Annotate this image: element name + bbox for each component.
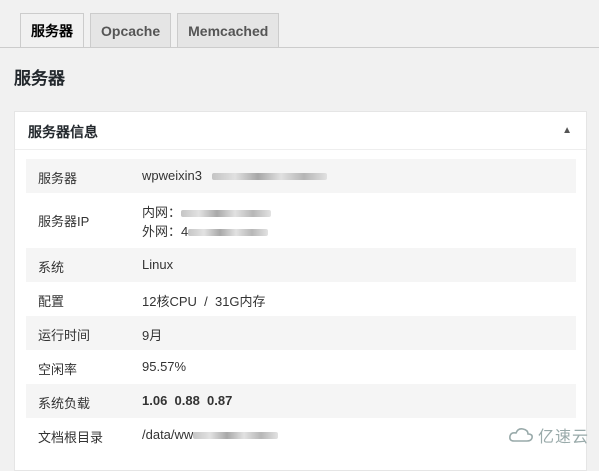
- tab-divider: [0, 47, 599, 48]
- watermark-text: 亿速云: [537, 429, 589, 446]
- row-value: 9月: [142, 328, 163, 343]
- row-value: 1.06 0.88 0.87: [142, 393, 233, 408]
- row-label: 空闲率: [38, 362, 78, 377]
- docroot-value: /data/ww: [142, 427, 279, 442]
- redacted-text: [211, 173, 327, 181]
- collapse-toggle-icon[interactable]: ▲: [562, 125, 572, 136]
- panel-title: 服务器信息: [28, 124, 98, 140]
- row-sublabel: 外网：4: [142, 224, 189, 239]
- server-name: wpweixin3: [142, 168, 327, 183]
- row-value: 95.57%: [142, 359, 187, 374]
- row-value: /data/ww: [142, 427, 194, 442]
- row-label: 文档根目录: [38, 430, 104, 445]
- row-os: 系统 Linux: [26, 248, 576, 282]
- tab-server[interactable]: 服务器: [20, 13, 84, 48]
- row-label: 系统: [38, 260, 65, 275]
- external-ip: 外网：4: [142, 221, 269, 240]
- row-value: 12核CPU / 31G内存: [142, 294, 266, 309]
- cloud-logo-icon: [509, 428, 533, 442]
- row-value: Linux: [142, 257, 174, 272]
- tab-bar: 服务器 Opcache Memcached: [20, 13, 285, 48]
- redacted-text: [193, 432, 279, 440]
- row-docroot: 文档根目录 /data/ww: [26, 418, 576, 452]
- row-label: 运行时间: [38, 328, 91, 343]
- redacted-text: [188, 229, 269, 237]
- row-value: wpweixin3: [142, 168, 202, 183]
- tab-opcache[interactable]: Opcache: [90, 13, 172, 47]
- page-title: 服务器: [14, 69, 65, 88]
- panel-header[interactable]: 服务器信息 ▲: [15, 112, 586, 150]
- server-info-panel: 服务器信息 ▲ 服务器 wpweixin3 服务器IP 内网： 外网：4 系统 …: [14, 111, 587, 471]
- row-label: 配置: [38, 294, 65, 309]
- row-sublabel: 内网：: [142, 205, 182, 220]
- row-label: 服务器IP: [38, 214, 90, 229]
- row-label: 系统负载: [38, 396, 91, 411]
- redacted-text: [181, 210, 272, 218]
- row-server-ip: 服务器IP 内网： 外网：4: [26, 193, 576, 248]
- watermark: 亿速云: [508, 423, 589, 447]
- row-server: 服务器 wpweixin3: [26, 159, 576, 193]
- row-idle: 空闲率 95.57%: [26, 350, 576, 384]
- row-label: 服务器: [38, 171, 78, 186]
- internal-ip: 内网：: [142, 202, 272, 221]
- tab-memcached[interactable]: Memcached: [177, 13, 280, 47]
- row-uptime: 运行时间 9月: [26, 316, 576, 350]
- row-load: 系统负载 1.06 0.88 0.87: [26, 384, 576, 418]
- info-table: 服务器 wpweixin3 服务器IP 内网： 外网：4 系统 Linux 配置…: [26, 159, 576, 452]
- row-config: 配置 12核CPU / 31G内存: [26, 282, 576, 316]
